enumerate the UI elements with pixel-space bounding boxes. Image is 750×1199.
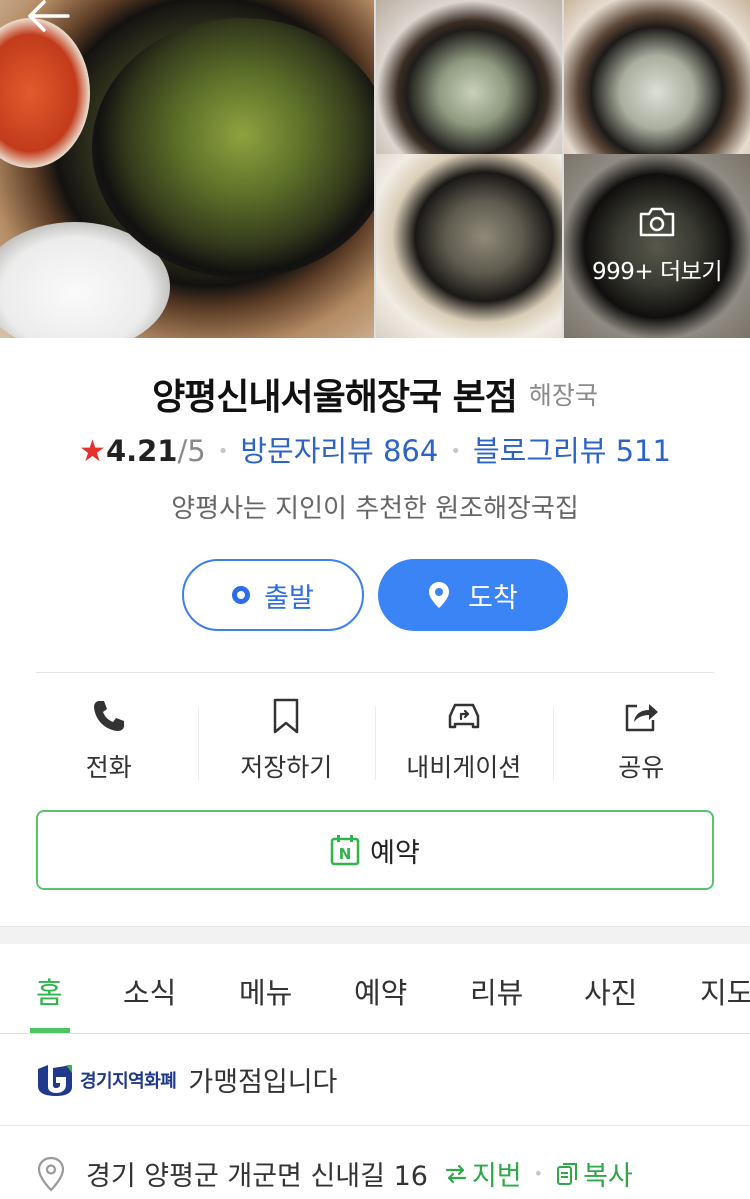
place-description: 양평사는 지인이 추천한 원조해장국집 [171, 494, 579, 524]
origin-dot-icon [232, 586, 251, 604]
copy-icon [557, 1162, 578, 1185]
camera-icon [639, 207, 675, 237]
reserve-button[interactable]: N 예약 [36, 810, 714, 890]
gyeonggi-currency-logo-icon [38, 1064, 72, 1096]
section-separator [0, 926, 750, 944]
share-label: 공유 [618, 753, 665, 782]
tab-news[interactable]: 소식 [123, 970, 176, 1012]
tab-reservation[interactable]: 예약 [354, 970, 407, 1012]
address-text: 경기 양평군 개군면 신내길 16 [86, 1161, 428, 1192]
rating-max: /5 [177, 434, 206, 468]
phone-icon [93, 701, 124, 731]
depart-label: 출발 [264, 582, 314, 614]
more-photos-label: 999+ 더보기 [592, 259, 722, 285]
tab-bar: 홈 소식 메뉴 예약 리뷰 사진 지도 [0, 944, 750, 1034]
tab-home[interactable]: 홈 [36, 970, 63, 1012]
copy-address-button[interactable]: 복사 [555, 1154, 633, 1193]
swap-arrows-icon [445, 1164, 467, 1183]
divider [36, 672, 714, 673]
place-name: 양평신내서울해장국 본점 [152, 377, 518, 418]
location-pin-icon [429, 582, 450, 608]
currency-brand: 경기지역화폐 [80, 1070, 177, 1092]
map-pin-icon [37, 1156, 65, 1192]
photo-gallery[interactable]: 999+ 더보기 [0, 0, 750, 338]
reserve-label: 예약 [370, 837, 420, 869]
svg-text:N: N [339, 845, 352, 863]
currency-text: 가맹점입니다 [188, 1067, 338, 1098]
tab-photos[interactable]: 사진 [584, 970, 637, 1012]
main-food-photo[interactable] [0, 0, 374, 338]
navigation-label: 내비게이션 [406, 753, 522, 782]
naver-booking-icon: N [330, 835, 360, 866]
address-row: 경기 양평군 개군면 신내길 16 지번 • 복사 [0, 1148, 750, 1199]
save-button[interactable]: 저장하기 [197, 698, 376, 788]
food-photo-2[interactable] [564, 0, 750, 168]
visitor-reviews-link[interactable]: 방문자리뷰 864 [240, 434, 438, 468]
more-photos-button[interactable]: 999+ 더보기 [564, 154, 750, 338]
call-button[interactable]: 전화 [20, 698, 198, 788]
share-button[interactable]: 공유 [552, 698, 731, 788]
lot-number-label: 지번 [471, 1161, 522, 1192]
place-title-row: 양평신내서울해장국 본점 해장국 [0, 368, 750, 420]
share-icon [626, 704, 659, 732]
arrive-label: 도착 [468, 582, 518, 614]
food-photo-1[interactable] [376, 0, 562, 168]
rating-value: 4.21 [105, 434, 178, 468]
copy-label: 복사 [583, 1161, 633, 1192]
food-photo-3[interactable] [376, 154, 562, 338]
navigation-button[interactable]: 내비게이션 [375, 698, 553, 788]
place-category: 해장국 [528, 381, 598, 410]
save-label: 저장하기 [240, 753, 333, 782]
action-bar: 전화 저장하기 내비게이션 공유 [20, 698, 730, 788]
active-tab-indicator [30, 1028, 70, 1033]
depart-button[interactable]: 출발 [182, 559, 364, 631]
tab-menu[interactable]: 메뉴 [239, 970, 292, 1012]
tab-map[interactable]: 지도 [700, 970, 750, 1012]
rating-row: ★4.21/5 • 방문자리뷰 864 • 블로그리뷰 511 [79, 434, 671, 469]
blog-reviews-link[interactable]: 블로그리뷰 511 [473, 434, 671, 468]
star-icon: ★ [79, 434, 106, 469]
bookmark-icon [274, 698, 299, 734]
arrive-button[interactable]: 도착 [378, 559, 568, 631]
lot-number-button[interactable]: 지번 [444, 1154, 522, 1193]
local-currency-row: 경기지역화폐 가맹점입니다 [0, 1034, 750, 1126]
car-navigation-icon [448, 703, 479, 729]
back-arrow-icon[interactable] [24, 0, 72, 32]
tab-reviews[interactable]: 리뷰 [470, 970, 523, 1012]
call-label: 전화 [85, 753, 132, 782]
